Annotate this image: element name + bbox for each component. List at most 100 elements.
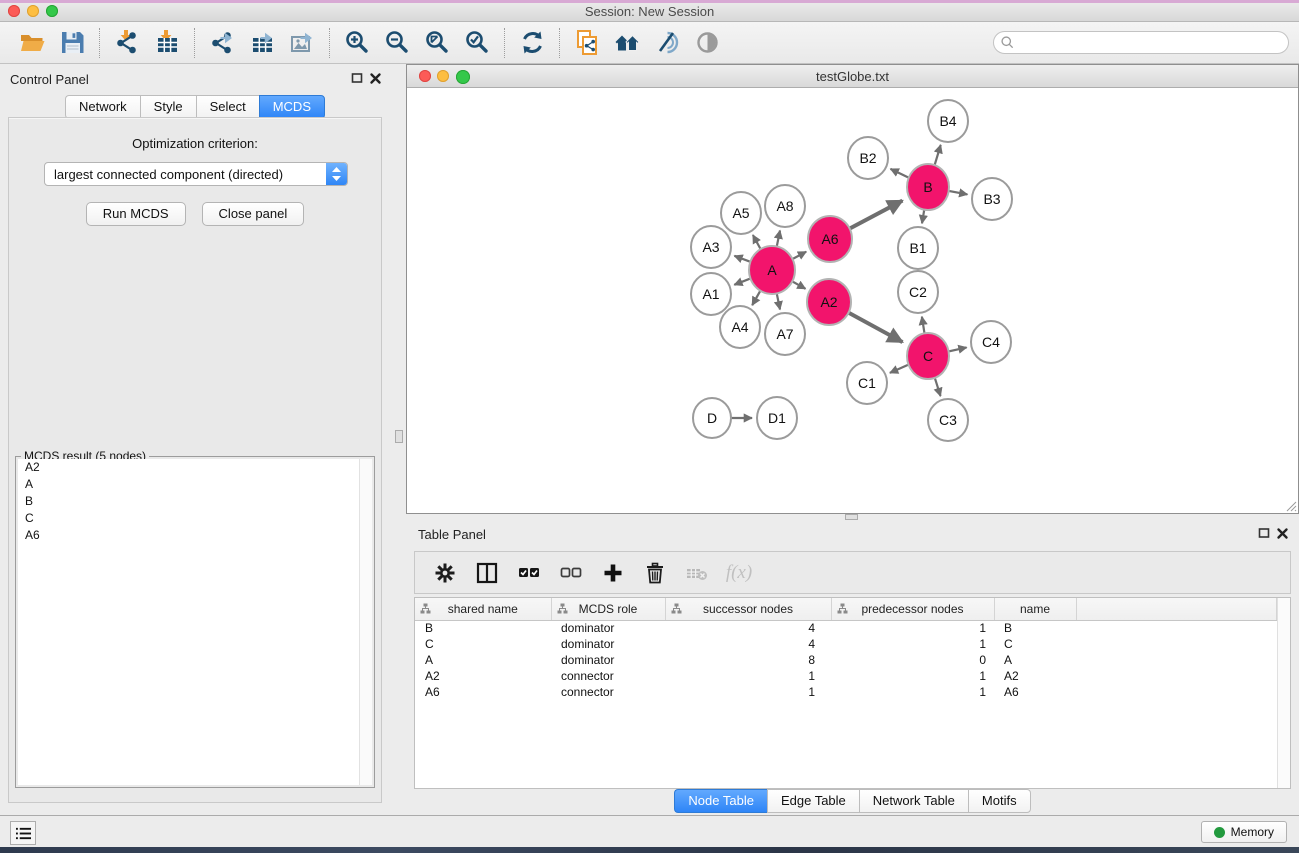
refresh-icon[interactable] [512, 26, 552, 60]
network-node-A7[interactable]: A7 [765, 313, 805, 355]
mcds-result-item[interactable]: A2 [18, 459, 372, 476]
control-panel: Control Panel NetworkStyleSelectMCDS Opt… [0, 64, 390, 815]
zoom-in-icon[interactable] [337, 26, 377, 60]
titlebar: Session: New Session [0, 0, 1299, 22]
float-panel-icon[interactable] [351, 72, 364, 85]
columns-icon[interactable] [469, 556, 505, 590]
table-toolbar: f(x) [414, 551, 1291, 594]
network-node-D[interactable]: D [693, 398, 731, 438]
network-node-C2[interactable]: C2 [898, 271, 938, 313]
tab-style[interactable]: Style [140, 95, 196, 119]
tab-network[interactable]: Network [65, 95, 140, 119]
open-session-icon[interactable] [12, 26, 52, 60]
mcds-result-item[interactable]: A6 [18, 527, 372, 544]
network-canvas[interactable]: B4 B2 B B3 A5A8A6 A3 B1 A A1 C2 A2 A4A7 C4 C C1 C3 D D1 [407, 88, 1298, 513]
tab-edge-table[interactable]: Edge Table [767, 789, 859, 813]
app-window: Session: New Session Control Panel Netwo… [0, 0, 1299, 853]
zoom-out-icon[interactable] [377, 26, 417, 60]
table-float-icon[interactable] [1258, 527, 1271, 540]
trash-icon[interactable] [637, 556, 673, 590]
vertical-split-handle[interactable] [395, 430, 403, 443]
search-icon [1000, 35, 1015, 50]
network-node-A8[interactable]: A8 [765, 185, 805, 227]
hide-graphics-details-icon[interactable] [647, 26, 687, 60]
network-node-C3[interactable]: C3 [928, 399, 968, 441]
import-network-icon[interactable] [107, 26, 147, 60]
table-row[interactable]: Cdominator41C [415, 636, 1277, 652]
resize-grip-icon[interactable] [1285, 500, 1297, 512]
memory-button[interactable]: Memory [1201, 821, 1287, 843]
svg-text:C: C [923, 348, 933, 364]
export-table-icon[interactable] [242, 26, 282, 60]
network-node-C[interactable]: C [907, 333, 949, 379]
network-node-A2[interactable]: A2 [807, 279, 851, 325]
network-node-C1[interactable]: C1 [847, 362, 887, 404]
svg-text:D1: D1 [768, 410, 786, 426]
toolbar-separator [194, 28, 195, 58]
network-node-A6[interactable]: A6 [808, 216, 852, 262]
network-node-D1[interactable]: D1 [757, 397, 797, 439]
search-box [993, 31, 1289, 54]
tab-motifs[interactable]: Motifs [968, 789, 1031, 813]
import-table-icon[interactable] [147, 26, 187, 60]
svg-text:B3: B3 [983, 191, 1000, 207]
optimization-criterion-select[interactable]: largest connected component (directed) [44, 162, 348, 186]
save-session-icon[interactable] [52, 26, 92, 60]
table-row[interactable]: A2connector11A2 [415, 668, 1277, 684]
zoom-selected-icon[interactable] [457, 26, 497, 60]
svg-text:B: B [923, 179, 932, 195]
svg-text:B1: B1 [909, 240, 926, 256]
network-node-B2[interactable]: B2 [848, 137, 888, 179]
svg-text:A1: A1 [702, 286, 719, 302]
search-input[interactable] [993, 31, 1289, 54]
column-header-successor-nodes[interactable]: successor nodes [665, 598, 831, 620]
network-node-B3[interactable]: B3 [972, 178, 1012, 220]
add-icon[interactable] [595, 556, 631, 590]
clear-all-icon[interactable] [553, 556, 589, 590]
list-icon [15, 826, 32, 841]
network-node-A5[interactable]: A5 [721, 192, 761, 234]
home-icon[interactable] [607, 26, 647, 60]
tab-mcds[interactable]: MCDS [259, 95, 325, 119]
network-node-B[interactable]: B [907, 164, 949, 210]
mcds-result-item[interactable]: B [18, 493, 372, 510]
delete-table-icon [679, 556, 715, 590]
column-header-filler [1076, 598, 1277, 620]
network-node-B1[interactable]: B1 [898, 227, 938, 269]
tab-select[interactable]: Select [196, 95, 259, 119]
task-history-button[interactable] [10, 821, 36, 845]
mcds-list-scrollbar[interactable] [359, 459, 372, 785]
table-row[interactable]: Bdominator41B [415, 620, 1277, 636]
export-network-icon[interactable] [202, 26, 242, 60]
network-node-A3[interactable]: A3 [691, 226, 731, 268]
network-view-window: testGlobe.txt B4B2BB3A5A8A6A3B1AA1C2A2A4… [406, 64, 1299, 514]
column-header-shared-name[interactable]: shared name [415, 598, 551, 620]
tab-node-table[interactable]: Node Table [674, 789, 767, 813]
table-row[interactable]: Adominator80A [415, 652, 1277, 668]
mcds-result-item[interactable]: A [18, 476, 372, 493]
table-close-icon[interactable] [1276, 527, 1289, 540]
network-node-B4[interactable]: B4 [928, 100, 968, 142]
network-node-A[interactable]: A [749, 246, 795, 294]
table-row[interactable]: A6connector11A6 [415, 684, 1277, 700]
run-mcds-button[interactable]: Run MCDS [86, 202, 186, 226]
close-panel-icon[interactable] [369, 72, 382, 85]
network-node-C4[interactable]: C4 [971, 321, 1011, 363]
tab-network-table[interactable]: Network Table [859, 789, 968, 813]
new-network-from-selection-icon[interactable] [567, 26, 607, 60]
table-scrollbar[interactable] [1277, 598, 1290, 788]
select-all-icon[interactable] [511, 556, 547, 590]
show-graphics-details-icon[interactable] [687, 26, 727, 60]
column-header-MCDS-role[interactable]: MCDS role [551, 598, 665, 620]
column-header-name[interactable]: name [994, 598, 1076, 620]
network-node-A4[interactable]: A4 [720, 306, 760, 348]
zoom-fit-icon[interactable] [417, 26, 457, 60]
column-header-predecessor-nodes[interactable]: predecessor nodes [831, 598, 994, 620]
network-node-A1[interactable]: A1 [691, 273, 731, 315]
optimization-criterion-value: largest connected component (directed) [54, 167, 283, 182]
gear-icon[interactable] [427, 556, 463, 590]
close-panel-button[interactable]: Close panel [202, 202, 305, 226]
export-image-icon[interactable] [282, 26, 322, 60]
optimization-label: Optimization criterion: [9, 136, 381, 151]
mcds-result-item[interactable]: C [18, 510, 372, 527]
